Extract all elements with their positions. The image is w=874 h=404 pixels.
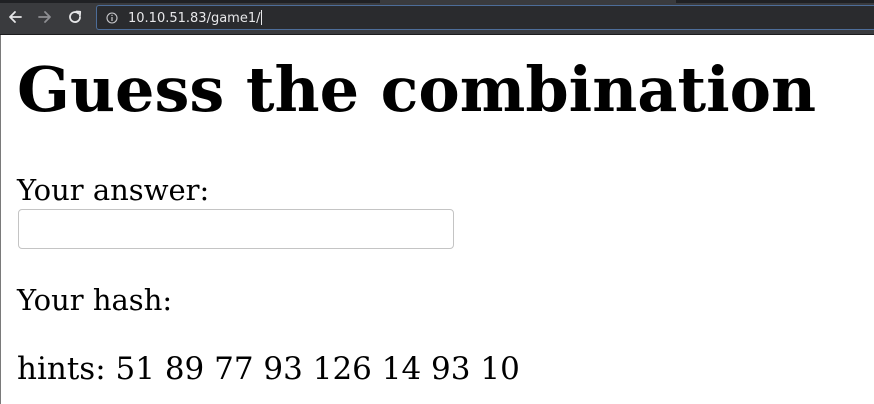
url-field[interactable]: 10.10.51.83/game1/ [128,9,263,26]
active-tab-edge[interactable] [380,0,676,3]
browser-toolbar: 10.10.51.83/game1/ [0,0,874,35]
info-icon[interactable] [106,11,118,24]
back-arrow-icon [9,11,22,23]
page-content: Guess the combination Your answer: Your … [0,35,874,404]
forward-arrow-icon [38,11,51,23]
text-cursor [261,9,263,25]
answer-input[interactable] [18,209,454,249]
address-bar[interactable]: 10.10.51.83/game1/ [96,5,874,30]
reload-button[interactable] [64,6,86,28]
hash-label: Your hash: [17,283,173,317]
tab-strip [0,0,874,3]
hints-line: hints: 51 89 77 93 126 14 93 10 [17,351,520,387]
hints-label: hints: [17,351,106,387]
forward-button[interactable] [34,6,56,28]
page-title: Guess the combination [17,53,817,126]
reload-icon [69,10,82,23]
url-text: 10.10.51.83/game1/ [128,10,261,26]
back-button[interactable] [4,6,26,28]
answer-label: Your answer: [17,173,210,207]
hints-values: 51 89 77 93 126 14 93 10 [115,351,520,387]
